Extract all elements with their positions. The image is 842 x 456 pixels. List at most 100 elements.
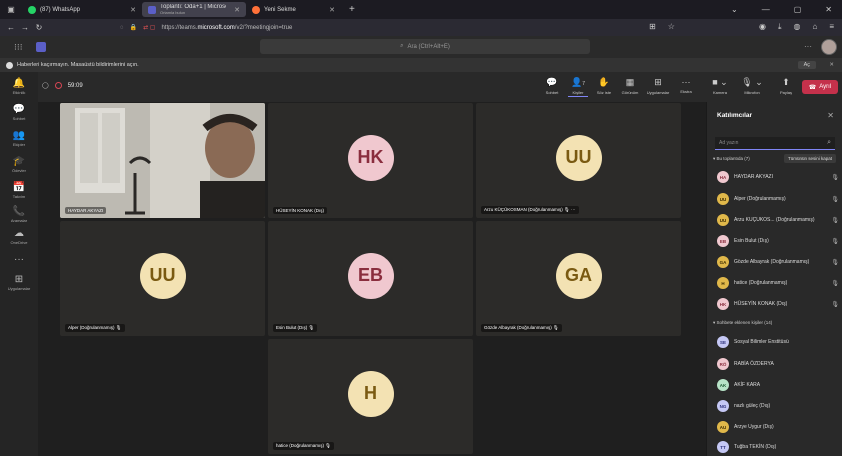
rail-item-activity[interactable]: 🔔 Etkinlik [0,78,38,95]
name-text: Esin Bulut (Dış) [276,325,308,330]
list-item[interactable]: EB Esin Bulut (Dış) 🎙 [717,234,839,248]
close-window-icon[interactable]: ✕ [825,5,832,14]
close-tab-icon[interactable]: ✕ [329,6,335,14]
tab-whatsapp[interactable]: (87) WhatsApp ✕ [22,2,142,17]
tab-teams-meeting[interactable]: Toplantı: Oda+1 | Microsoft Te Ortamla b… [142,2,246,17]
list-item[interactable]: UU Arzu KÜÇÜKOS... (Doğrulanmamış) 🎙 [717,213,839,227]
list-item[interactable]: GA Gözde Albayrak (Doğrulanmamış) 🎙 [717,255,839,269]
more-actions-button[interactable]: ··· Ekstra [672,77,700,94]
mic-off-icon: 🎙 [831,238,839,245]
bookmark-star-icon[interactable]: ☆ [668,22,675,32]
video-tile-self[interactable]: HAYDAR AKYAZI [60,103,265,218]
pocket-icon[interactable]: ◉ [759,22,766,32]
rail-item-calendar[interactable]: 📅 Takvim [0,182,38,199]
avatar[interactable] [821,39,837,55]
translate-icon[interactable]: ⊞ [649,22,656,32]
teams-icon: 👥 [12,130,26,141]
maximize-icon[interactable]: ▢ [794,5,802,14]
participant-name: HÜSEYİN KONAK (Dış) [273,207,328,214]
video-tile[interactable]: H hatice (Doğrulanmamış) 🎙 [268,339,473,454]
list-item[interactable]: HK HÜSEYİN KONAK (Dış) 🎙 [717,297,839,311]
extensions-icon[interactable]: ⌂ [812,22,817,32]
section-invited[interactable]: ▾ Sohbete eklenen kişiler (14) [713,320,772,326]
mic-off-icon: 🎙 [831,259,839,266]
window-menu-icon[interactable]: ▣ [0,5,22,14]
video-tile[interactable]: EB Esin Bulut (Dış) 🎙 [268,221,473,336]
rail-label: Etkinlik [12,90,26,95]
name-text: hatice (Doğrulanmamış) [276,443,325,448]
avatar: EB [717,235,729,247]
participant-name: HÜSEYİN KONAK (Dış) [734,301,788,307]
view-button[interactable]: ▦ Görünüm [616,77,644,95]
apps-button[interactable]: ⊞ Uygulamalar [644,77,672,95]
participant-name: Esin Bulut (Dış) [734,238,769,244]
chat-button[interactable]: 💬 Sohbet [538,77,566,95]
reload-icon[interactable]: ↻ [32,23,46,32]
rail-item-teams[interactable]: 👥 Ekipler [0,130,38,147]
more-icon[interactable]: ··· [571,207,576,212]
participant-search-input[interactable]: Ad yazın ⌕ [715,137,835,150]
apps-icon: ⊞ [654,77,662,87]
list-item[interactable]: Hhatice (Doğrulanmamış) 🎙 [717,276,839,290]
mic-button[interactable]: 🎙 ⌄ Mikrofon [738,77,766,95]
forward-icon[interactable]: → [18,23,32,32]
tool-label: Kamera [712,90,727,95]
rail-item-chat[interactable]: 💬 Sohbet [0,104,38,121]
rail-item-calls[interactable]: 📞 Aramalar [0,206,38,223]
raise-hand-button[interactable]: ✋ Söz iste [590,77,618,95]
avatar: RÖ [717,358,729,370]
avatar: SE [717,336,729,348]
participant-name: HAYDAR AKYAZI [65,207,107,214]
teams-logo-icon [36,42,46,52]
tool-label: Paylaş [779,90,792,95]
list-item[interactable]: AK AKİF KARA [717,378,839,392]
download-icon[interactable]: ⤓ [778,22,782,32]
video-tile[interactable]: UU Arzu KÜÇÜKOSMAN (Doğrulanmamış) 🎙 ··· [476,103,681,218]
list-item[interactable]: NG nazlı güleç (Dış) [717,399,839,413]
participant-name: Arzu KÜÇÜKOSMAN (Doğrulanmamış) 🎙 ··· [481,206,579,214]
people-button[interactable]: 👤7 Kişiler [564,77,592,97]
leave-button[interactable]: ☎ Ayrıl [802,80,838,94]
video-tile[interactable]: GA Gözde Albayrak (Doğrulanmamış) 🎙 [476,221,681,336]
list-item[interactable]: UU Alper (Doğrulanmamış) 🎙 [717,192,839,206]
list-item[interactable]: SE Sosyal Bilimler Enstitüsü [717,335,839,349]
account-icon[interactable]: ◍ [794,22,801,32]
rail-item-apps[interactable]: ⊞ Uygulamalar [0,274,38,291]
search-input[interactable]: ⌕ Ara (Ctrl+Alt+E) [260,39,590,54]
rail-item-assignments[interactable]: 🎓 Ödevler [0,156,38,173]
rail-item-more[interactable]: ··· [0,254,38,266]
video-tile[interactable]: UU Alper (Doğrulanmamış) 🎙 [60,221,265,336]
tab-list-icon[interactable]: ⌄ [731,5,738,14]
share-button[interactable]: ⬆ Paylaş [772,77,800,95]
mute-all-button[interactable]: Tümünün sesini kapat [783,154,836,163]
address-bar[interactable]: ◌ 🔒 ⇄ ▢ https://teams.microsoft.com/v2/?… [120,21,720,34]
new-tab-icon[interactable]: + [341,4,363,15]
list-item[interactable]: HA HAYDAR AKYAZI 🎙 [717,170,839,184]
meeting-time: 59:09 [67,82,83,89]
camera-button[interactable]: ■ ⌄ Kamera [706,77,734,95]
minimize-icon[interactable]: — [762,5,770,14]
more-options-icon[interactable]: ··· [804,42,812,51]
url-path: /v2/?meetingjoin=true [234,24,293,31]
menu-icon[interactable]: ≡ [829,22,834,32]
list-item[interactable]: RÖ RABİA ÖZDERYA [717,357,839,371]
back-icon[interactable]: ← [4,23,18,32]
assignments-icon: 🎓 [12,156,26,167]
participant-name: Tuğba TEKİN (Dış) [734,444,777,450]
close-icon[interactable]: ✕ [827,111,834,120]
close-tab-icon[interactable]: ✕ [130,6,136,14]
participant-name: Arzu KÜÇÜKOS... (Doğrulanmamış) [734,217,815,223]
tab-new-tab[interactable]: Yeni Sekme ✕ [246,2,341,17]
mic-off-icon: 🎙 [831,196,839,203]
participant-name: Arzye Uygur (Dış) [734,424,774,430]
list-item[interactable]: AU Arzye Uygur (Dış) [717,420,839,434]
list-item[interactable]: TT Tuğba TEKİN (Dış) [717,440,839,454]
close-icon[interactable]: ✕ [829,62,834,68]
participant-name: Sosyal Bilimler Enstitüsü [734,339,789,345]
rail-item-onedrive[interactable]: ☁ OneDrive [0,228,38,245]
video-tile[interactable]: HK HÜSEYİN KONAK (Dış) [268,103,473,218]
enable-notifications-button[interactable]: Aç [797,61,816,69]
app-launcher-icon[interactable]: ⁝⁝⁝ [14,42,23,53]
close-tab-icon[interactable]: ✕ [234,6,240,14]
section-in-meeting[interactable]: ▾ Bu toplantıda (7) [713,156,750,162]
